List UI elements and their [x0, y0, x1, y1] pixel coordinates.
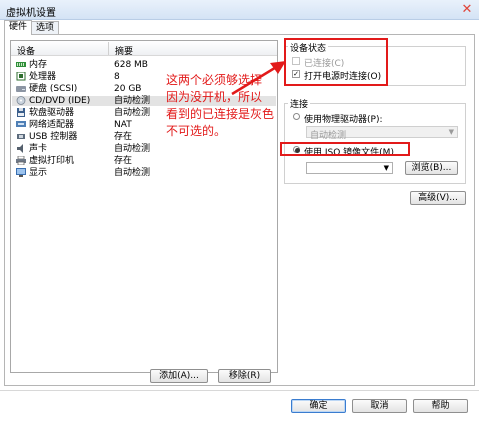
device-name: 内存: [29, 60, 48, 70]
device-summary: 自动检测: [114, 108, 151, 118]
add-device-button[interactable]: 添加(A)...: [150, 369, 208, 383]
display-icon: [16, 168, 26, 177]
device-summary: 自动检测: [114, 144, 151, 154]
tab-hardware[interactable]: 硬件: [4, 20, 33, 35]
device-name: 显示: [29, 168, 48, 178]
device-name: USB 控制器: [29, 132, 78, 142]
remove-device-button[interactable]: 移除(R): [218, 369, 271, 383]
window-title: 虚拟机设置: [6, 8, 56, 19]
device-row-printer[interactable]: 虚拟打印机 存在: [12, 155, 276, 166]
device-name: 网络适配器: [29, 120, 75, 130]
physical-drive-select[interactable]: 自动检测 ▼: [306, 126, 458, 141]
annotation-line: 不可选的。: [166, 124, 227, 138]
highlight-device-status: [284, 38, 388, 86]
physical-drive-label: 使用物理驱动器(P):: [304, 115, 383, 125]
connection-title: 连接: [288, 97, 311, 110]
device-name: 虚拟打印机: [29, 156, 75, 166]
chevron-down-icon: ▼: [448, 128, 454, 136]
column-divider: [108, 42, 109, 55]
device-list-header: 设备 摘要: [11, 41, 277, 57]
physical-drive-radio[interactable]: [293, 113, 300, 120]
chevron-down-icon: ▼: [383, 164, 389, 172]
device-name: 硬盘 (SCSI): [29, 84, 78, 94]
title-bar: 虚拟机设置 ✕: [0, 0, 479, 20]
device-name: 软盘驱动器: [29, 108, 75, 118]
close-icon[interactable]: ✕: [458, 2, 476, 18]
device-summary: 20 GB: [114, 84, 142, 94]
sound-card-icon: [16, 144, 26, 153]
device-name: 声卡: [29, 144, 48, 154]
memory-icon: [16, 60, 26, 69]
device-summary: 存在: [114, 132, 133, 142]
device-row-sound-card[interactable]: 声卡 自动检测: [12, 144, 276, 154]
annotation-line: 看到的已连接是灰色: [166, 107, 275, 121]
device-summary: NAT: [114, 120, 132, 130]
device-summary: 存在: [114, 156, 133, 166]
device-name: CD/DVD (IDE): [29, 96, 91, 106]
physical-drive-value: 自动检测: [310, 131, 347, 141]
annotation-line: 因为没开机，所以: [166, 90, 263, 104]
annotation-line: 这两个必须够选择: [166, 73, 263, 87]
device-summary: 自动检测: [114, 96, 151, 106]
highlight-iso-option: [280, 142, 410, 156]
column-header-summary[interactable]: 摘要: [115, 44, 133, 57]
annotation-note: 这两个必须够选择 因为没开机，所以 看到的已连接是灰色 不可选的。: [166, 72, 274, 140]
network-adapter-icon: [16, 120, 26, 129]
device-row-display[interactable]: 显示 自动检测: [12, 168, 276, 178]
cd-dvd-icon: [16, 96, 26, 105]
tab-options[interactable]: 选项: [31, 21, 60, 35]
device-summary: 自动检测: [114, 168, 151, 178]
browse-button[interactable]: 浏览(B)...: [405, 161, 458, 175]
usb-controller-icon: [16, 132, 26, 141]
help-button[interactable]: 帮助: [413, 399, 468, 413]
advanced-button[interactable]: 高级(V)...: [410, 191, 466, 205]
printer-icon: [16, 155, 26, 166]
device-name: 处理器: [29, 72, 57, 82]
iso-path-input[interactable]: ▼: [306, 162, 393, 174]
tab-strip: 硬件 选项: [4, 20, 475, 35]
processor-icon: [16, 71, 26, 81]
column-header-device[interactable]: 设备: [17, 44, 35, 57]
cancel-button[interactable]: 取消: [352, 399, 407, 413]
ok-button[interactable]: 确定: [291, 399, 346, 413]
floppy-icon: [16, 108, 26, 117]
device-summary: 8: [114, 72, 120, 82]
footer-divider: [0, 390, 479, 391]
hard-disk-icon: [16, 84, 26, 93]
device-summary: 628 MB: [114, 60, 148, 70]
